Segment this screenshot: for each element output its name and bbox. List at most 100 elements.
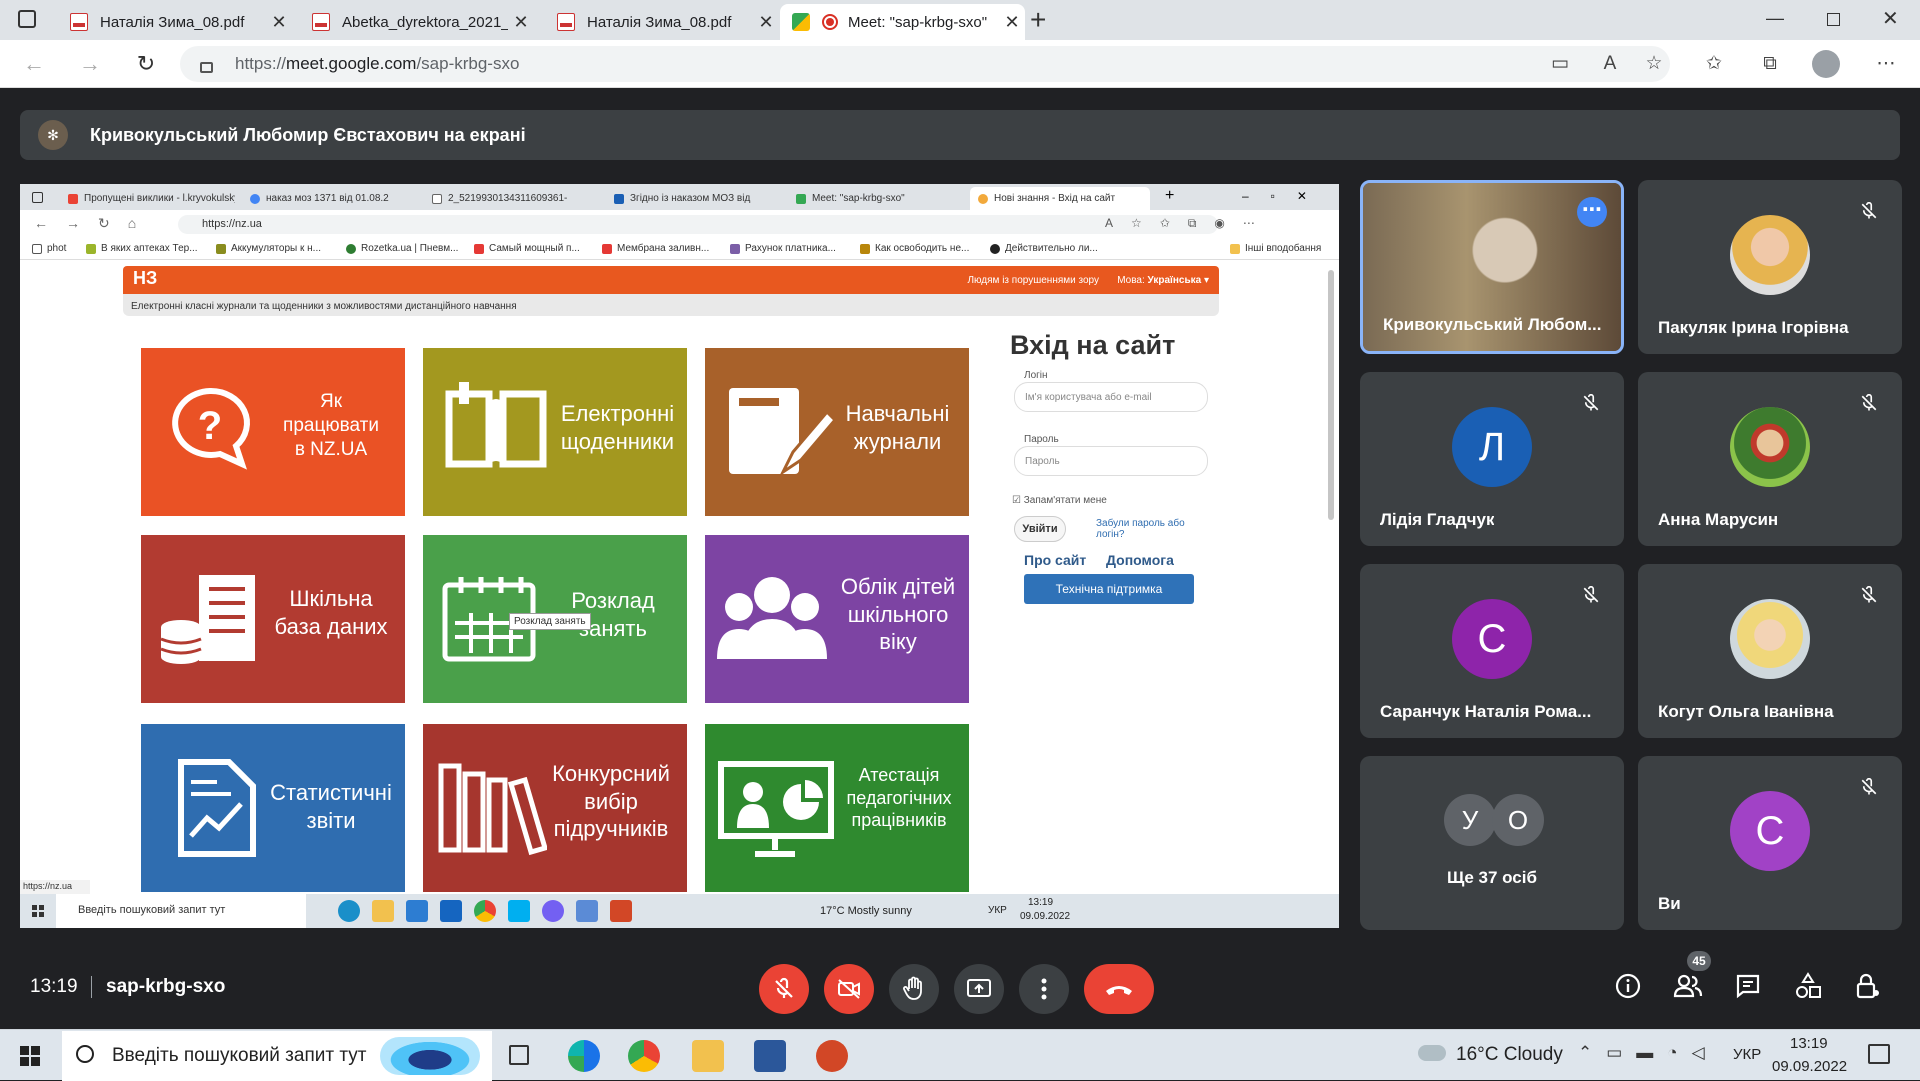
presenter-avatar: ✻ xyxy=(38,120,68,150)
profile-avatar[interactable] xyxy=(1812,50,1840,78)
taskbar-time[interactable]: 13:19 xyxy=(1790,1035,1828,1052)
windows-start-icon xyxy=(32,905,44,917)
input-language[interactable]: УКР xyxy=(1733,1046,1761,1063)
report-chart-icon xyxy=(178,759,256,857)
meeting-code: sap-krbg-sxo xyxy=(106,976,226,997)
bookmark: Мембрана заливн... xyxy=(602,243,709,254)
nz-page: НЗ Людям із порушеннями зору Мова: Украї… xyxy=(20,260,1325,892)
presentation-board-icon xyxy=(718,761,834,857)
people-button[interactable] xyxy=(1668,966,1708,1006)
close-tab-icon[interactable]: ✕ xyxy=(266,12,292,33)
tile-school-db: Шкільна база даних xyxy=(141,535,405,703)
present-screen-button[interactable] xyxy=(954,964,1004,1014)
browser-tab[interactable]: Наталія Зима_08.pdf ✕ xyxy=(545,4,779,40)
host-controls-button[interactable] xyxy=(1848,966,1888,1006)
edge-taskbar-icon[interactable] xyxy=(568,1040,600,1072)
tab-actions-icon[interactable] xyxy=(18,10,36,28)
self-tile[interactable]: С Ви xyxy=(1638,756,1902,930)
camera-toggle-button[interactable] xyxy=(824,964,874,1014)
pdf-icon xyxy=(312,13,330,31)
close-window-icon[interactable]: ✕ xyxy=(1882,6,1899,31)
minimize-icon[interactable]: — xyxy=(1766,8,1784,29)
pdf-icon xyxy=(70,13,88,31)
browser-tab-active[interactable]: Meet: "sap-krbg-sxo" ✕ xyxy=(780,4,1025,40)
participant-name: Лідія Гладчук xyxy=(1380,510,1495,529)
question-bubble-icon: ? xyxy=(172,387,250,470)
close-tab-icon[interactable]: ✕ xyxy=(753,12,779,33)
collections-icon[interactable]: ⧉ xyxy=(1756,50,1784,78)
file-explorer-taskbar-icon[interactable] xyxy=(692,1040,724,1072)
bookmark: В яких аптеках Тер... xyxy=(86,243,198,254)
bookmark: Действительно ли... xyxy=(990,243,1098,254)
chat-button[interactable] xyxy=(1728,966,1768,1006)
windows-taskbar: Введіть пошуковий запит тут 16°C Cloudy … xyxy=(0,1029,1920,1081)
sun-icon xyxy=(978,193,988,204)
raise-hand-button[interactable] xyxy=(889,964,939,1014)
weather-text[interactable]: 16°C Cloudy xyxy=(1456,1044,1563,1066)
shared-address-bar: ←→↻⌂ https://nz.ua A☆✩⧉◉⋯ xyxy=(20,210,1339,238)
lock-icon xyxy=(200,61,213,73)
participant-tile-presenter[interactable]: ⋯ Кривокульський Любом... xyxy=(1360,180,1624,354)
tile-attestation: Атестація педагогічних працівників xyxy=(705,724,969,892)
restore-icon[interactable] xyxy=(1827,13,1840,26)
meeting-details-button[interactable] xyxy=(1608,966,1648,1006)
camera-icon[interactable]: ▭ xyxy=(1546,50,1574,78)
participant-tile[interactable]: Когут Ольга Іванівна xyxy=(1638,564,1902,738)
bookmark: Rozetka.ua | Пневм... xyxy=(346,243,458,254)
favorites-icon[interactable]: ✩ xyxy=(1700,50,1728,78)
tray-icons[interactable]: ⌃▭▬◔◁ xyxy=(1578,1043,1719,1063)
more-menu-icon[interactable]: ⋯ xyxy=(1872,50,1900,78)
reload-icon[interactable]: ↻ xyxy=(130,48,162,80)
browser-tab[interactable]: Наталія Зима_08.pdf ✕ xyxy=(58,4,292,40)
mic-toggle-button[interactable] xyxy=(759,964,809,1014)
meet-stage: ✻ Кривокульський Любомир Євстахович на е… xyxy=(0,88,1920,1029)
mic-off-icon xyxy=(775,977,793,998)
others-tile[interactable]: У О Ще 37 осіб xyxy=(1360,756,1624,930)
participant-tile[interactable]: С Саранчук Наталія Рома... xyxy=(1360,564,1624,738)
shared-screen: Пропущені виклики - l.kryvokulsky наказ … xyxy=(20,184,1339,928)
taskbar-search-box[interactable]: Введіть пошуковий запит тут xyxy=(62,1031,492,1081)
others-initial-avatar: О xyxy=(1492,794,1544,846)
tab-label: Наталія Зима_08.pdf xyxy=(100,13,245,31)
shared-lang: УКР xyxy=(988,905,1007,916)
powerpoint-taskbar-icon[interactable] xyxy=(816,1040,848,1072)
gmail-icon xyxy=(68,193,78,204)
participant-tile[interactable]: Пакуляк Ірина Ігорівна xyxy=(1638,180,1902,354)
more-options-icon[interactable]: ⋯ xyxy=(1577,197,1607,227)
url-field[interactable]: https://meet.google.com/sap-krbg-sxo xyxy=(180,46,1670,82)
taskbar-date[interactable]: 09.09.2022 xyxy=(1772,1058,1847,1075)
back-icon[interactable]: ← xyxy=(18,48,50,80)
add-favorite-icon[interactable]: ☆ xyxy=(1640,50,1668,78)
search-highlight-image xyxy=(380,1037,480,1075)
task-view-icon[interactable] xyxy=(509,1045,529,1065)
browser-tab[interactable]: Abetka_dyrektora_2021_SQE_SUP_ ✕ xyxy=(300,4,534,40)
word-taskbar-icon[interactable] xyxy=(754,1040,786,1072)
participant-tile[interactable]: Л Лідія Гладчук xyxy=(1360,372,1624,546)
notifications-icon[interactable] xyxy=(1868,1044,1890,1064)
leave-call-button[interactable] xyxy=(1084,964,1154,1014)
bookmark: Рахунок платника... xyxy=(730,243,836,254)
windows-start-icon[interactable] xyxy=(20,1046,40,1066)
read-aloud-icon[interactable]: A xyxy=(1596,50,1624,78)
presenter-banner: ✻ Кривокульський Любомир Євстахович на е… xyxy=(20,110,1900,160)
nz-header: НЗ Людям із порушеннями зору Мова: Украї… xyxy=(123,266,1219,294)
mic-off-icon xyxy=(1578,390,1604,416)
activities-button[interactable] xyxy=(1788,966,1828,1006)
more-options-button[interactable] xyxy=(1019,964,1069,1014)
close-tab-icon[interactable]: ✕ xyxy=(999,12,1025,33)
chat-icon xyxy=(1736,974,1760,999)
mic-off-icon xyxy=(1578,582,1604,608)
forward-icon[interactable]: → xyxy=(74,48,106,80)
forgot-password-link: Забули пароль або логін? xyxy=(1096,518,1185,540)
participant-tile[interactable]: Анна Марусин xyxy=(1638,372,1902,546)
participant-name: Саранчук Наталія Рома... xyxy=(1380,702,1592,721)
address-bar: ← → ↻ https://meet.google.com/sap-krbg-s… xyxy=(0,40,1920,88)
chrome-taskbar-icon[interactable] xyxy=(628,1040,660,1072)
close-tab-icon[interactable]: ✕ xyxy=(508,12,534,33)
shared-windows-taskbar: Введіть пошуковий запит тут 17°C Mostly … xyxy=(20,894,1339,928)
hand-icon xyxy=(903,976,922,1000)
edge-icon xyxy=(338,900,360,922)
shared-tab-label: Нові знання - Вхід на сайт xyxy=(994,193,1116,204)
new-tab-icon[interactable]: + xyxy=(1030,4,1046,36)
info-icon xyxy=(1615,973,1641,999)
